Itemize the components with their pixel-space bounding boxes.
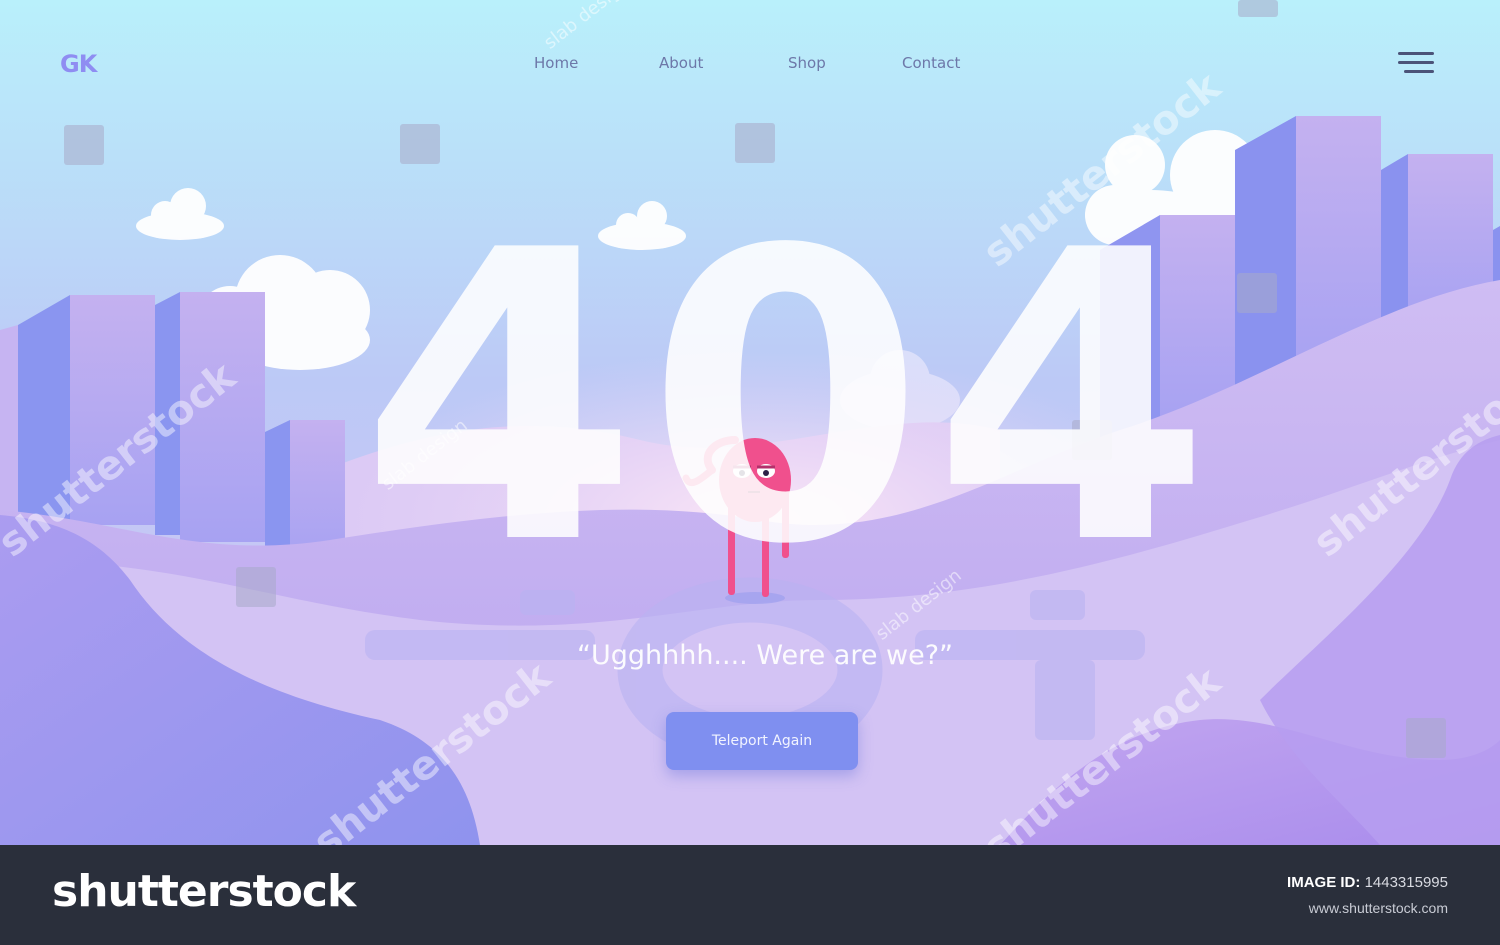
nav-contact-link[interactable]: Contact [902,54,960,72]
nav-home-link[interactable]: Home [534,54,578,72]
hamburger-menu-icon[interactable] [1398,52,1434,78]
footer-site-url: www.shutterstock.com [1308,900,1448,916]
image-id: IMAGE ID: 1443315995 [1287,874,1448,891]
error-page: GK Home About Shop Contact 404 “Ugghhhh.… [0,0,1500,845]
nav-about-link[interactable]: About [659,54,703,72]
nav-shop-link[interactable]: Shop [788,54,826,72]
footer-brand-logo: shutterstock [52,866,356,917]
teleport-again-button[interactable]: Teleport Again [666,712,858,770]
error-message: “Ugghhhh.... Were are we?” [576,640,954,671]
image-id-label: IMAGE ID: [1287,874,1361,891]
main-nav: Home About Shop Contact [0,54,1500,74]
image-id-value: 1443315995 [1364,874,1448,891]
